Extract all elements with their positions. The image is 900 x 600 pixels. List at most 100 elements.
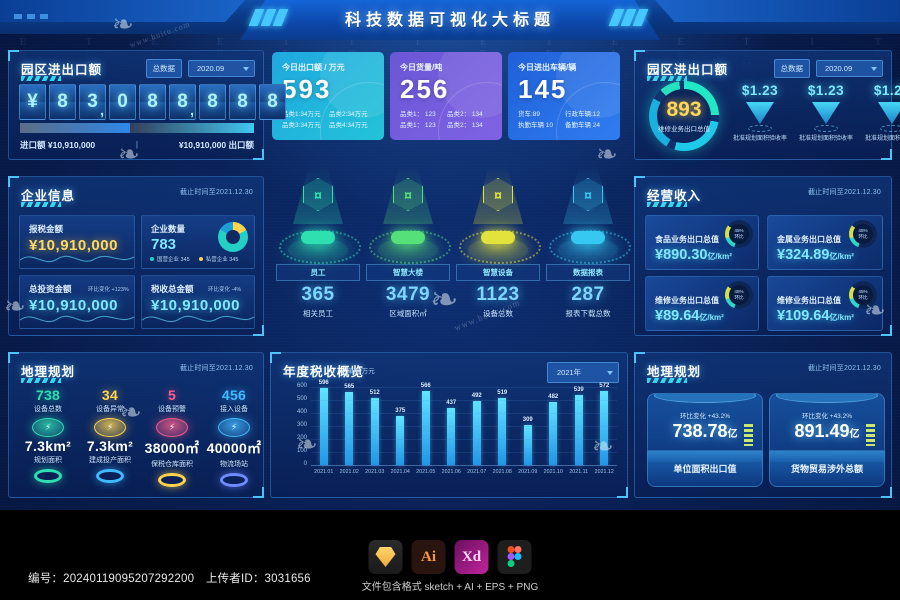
period-select[interactable]: 2020.09 [188, 60, 255, 77]
funnel-icon [878, 102, 900, 124]
panel-import-export-total: 园区进出口额 总数据 2020.09 ¥83088888 进口额 ¥10,910… [8, 50, 286, 160]
cylinder-caption: 单位面积出口值 [673, 464, 737, 474]
kpi-breakdown: 品类1： 123 品类2： 134 品类1： 123 品类2： 134 [400, 110, 494, 131]
wave-decor [20, 315, 134, 323]
odometer-digit: 8 [49, 84, 76, 120]
chart-y-tick: 500 [296, 396, 307, 402]
funnel-icon [812, 102, 840, 124]
pod-caption: 报表下载总数 [565, 309, 611, 318]
export-value: ¥10,910,000 [178, 140, 227, 150]
chip-total-data[interactable]: 总数据 [773, 59, 810, 78]
enterprise-card-company-count: 企业数量 783 国营企业 345 私营企业 345 [141, 215, 255, 269]
cylinder-top-decor [654, 394, 756, 403]
geo-metric: 738 设备总数 [17, 387, 79, 437]
legend-label: 国营企业 345 [157, 257, 190, 263]
value-unit: 亿/km² [829, 313, 854, 322]
chart-bar-value: 437 [446, 400, 457, 407]
card-head: 维修业务出口总值 [777, 296, 841, 305]
chart-y-tick: 400 [296, 409, 307, 415]
chart-x-tick: 2021.05 [416, 469, 436, 475]
card-head: 总投资金额 [29, 284, 72, 294]
cylinder-delta: 环比变化 +43.2% [679, 413, 731, 420]
pod-base-icon [279, 224, 361, 264]
kpi-card-vehicles[interactable]: 今日进出车辆/辆 145 货车:89 行政车辆:12 执勤车辆 10 备勤车辆 24 [508, 52, 620, 140]
power-icon [218, 418, 250, 437]
funnel-base-icon [814, 125, 838, 132]
geo-value: 7.3km² [24, 438, 72, 454]
geo-value: 38000㎡ [144, 440, 200, 456]
chart-filters: 2021年 [547, 362, 619, 383]
title-underline-decor [647, 378, 687, 383]
chart-bar [370, 398, 379, 465]
donut-chart-icon [218, 222, 248, 252]
chart-gridline [311, 426, 617, 427]
power-icon [94, 418, 126, 437]
cylinder-band-decor [648, 450, 762, 462]
ring-label: 维修业务出口总值 [658, 126, 710, 133]
chart-bar [421, 391, 430, 465]
gauge-readout: 45% 环比 [725, 220, 753, 248]
value-number: ¥89.64 [655, 308, 700, 324]
kpi-breakdown: 品类1:34万元 品类2:34万元 品类3:34万元 品类4:34万元 [282, 110, 376, 131]
title-underline-decor [21, 202, 61, 207]
legend-label: 私营企业 345 [205, 257, 239, 263]
odometer-display: ¥83088888 [19, 84, 286, 120]
card-head: 金属业务出口总值 [777, 235, 841, 244]
period-select-value: 2020.09 [197, 64, 225, 73]
chart-x-tick: 2021.03 [365, 469, 385, 475]
card-value: ¥109.64亿/km² [777, 308, 854, 324]
ring-icon [158, 473, 186, 487]
geo-metric: 5 设备预警 [141, 387, 203, 437]
chevron-down-icon [607, 370, 613, 375]
year-select[interactable]: 2021年 [547, 362, 619, 383]
pod-base-icon [549, 224, 631, 264]
pod-base-icon [369, 224, 451, 264]
gauge-sub: 环比 [734, 295, 744, 300]
cylinder-delta: 环比变化 +43.2% [801, 413, 853, 420]
chart-gridline [311, 452, 617, 453]
pod-caption: 设备总数 [483, 309, 513, 318]
panel-enterprise-info: 企业信息 截止时间至2021.12.30 报税金额 ¥10,910,000 企业… [8, 176, 264, 336]
bar-indicator-icon [866, 424, 875, 446]
card-value: ¥89.64亿/km² [655, 308, 724, 324]
cylinder-caption: 货物贸易涉外总额 [790, 464, 863, 474]
card-delta: 环比变化 +123% [88, 287, 129, 293]
cylinder-metric-trade-total: 环比变化 +43.2% 891.49亿 货物贸易涉外总额 [769, 393, 885, 487]
kpi-sub: 品类1： 123 [400, 111, 436, 118]
pod-caption: 相关员工 [303, 309, 333, 318]
value-number: ¥324.89 [777, 247, 830, 263]
geo-metric: 38000㎡ 保税仓库面积 [141, 438, 203, 487]
kpi-sub: 品类3:34万元 [282, 121, 321, 129]
geo-label: 设备预警 [158, 406, 186, 413]
bar-indicator-icon [744, 424, 753, 446]
pod-label: 员工 [276, 264, 360, 281]
chart-plot-area: 596 565 512 375 566 437 492 519 309 482 539 572 600… [297, 380, 617, 467]
kpi-card-cargo-weight[interactable]: 今日货量/吨 256 品类1： 123 品类2： 134 品类1： 123 品类2：… [390, 52, 502, 140]
value-unit: 亿/km² [699, 313, 724, 322]
funnel-base-icon [880, 125, 900, 132]
funnel-icon [746, 102, 774, 124]
ring-value: 893 [666, 98, 702, 121]
import-label: 进口额 [20, 140, 46, 150]
pod-label: 智慧大楼 [366, 264, 450, 281]
period-select[interactable]: 2020.09 [816, 60, 883, 77]
wave-decor [20, 255, 134, 263]
legend-item: 国营企业 345 [150, 255, 190, 263]
odometer-digit: 3 [79, 84, 106, 120]
chart-bar-value: 519 [497, 389, 508, 396]
odometer-digit: 8 [139, 84, 166, 120]
kpi-card-export-amount[interactable]: 今日出口额 / 万元 593 品类1:34万元 品类2:34万元 品类3:34万元… [272, 52, 384, 140]
chart-gridline [311, 400, 617, 401]
enterprise-card-total-tax: 税收总金额 环比变化 -4% ¥10,910,000 [141, 275, 255, 329]
income-card-repair-1: 维修业务出口总值 ¥89.64亿/km² 45% 环比 [645, 276, 759, 331]
chart-bar [523, 424, 532, 465]
cylinder-top-decor [776, 394, 878, 403]
panel-filters: 总数据 2020.09 [773, 59, 883, 78]
card-head: 食品业务出口总值 [655, 235, 719, 244]
kpi-sub: 品类1： 123 [400, 121, 436, 129]
chip-total-data[interactable]: 总数据 [145, 59, 182, 78]
chart-x-tick: 2021.02 [339, 469, 359, 475]
chart-bar [498, 397, 507, 465]
gauge-readout: 45% 环比 [725, 281, 753, 309]
import-export-ratio-bar [20, 123, 254, 133]
